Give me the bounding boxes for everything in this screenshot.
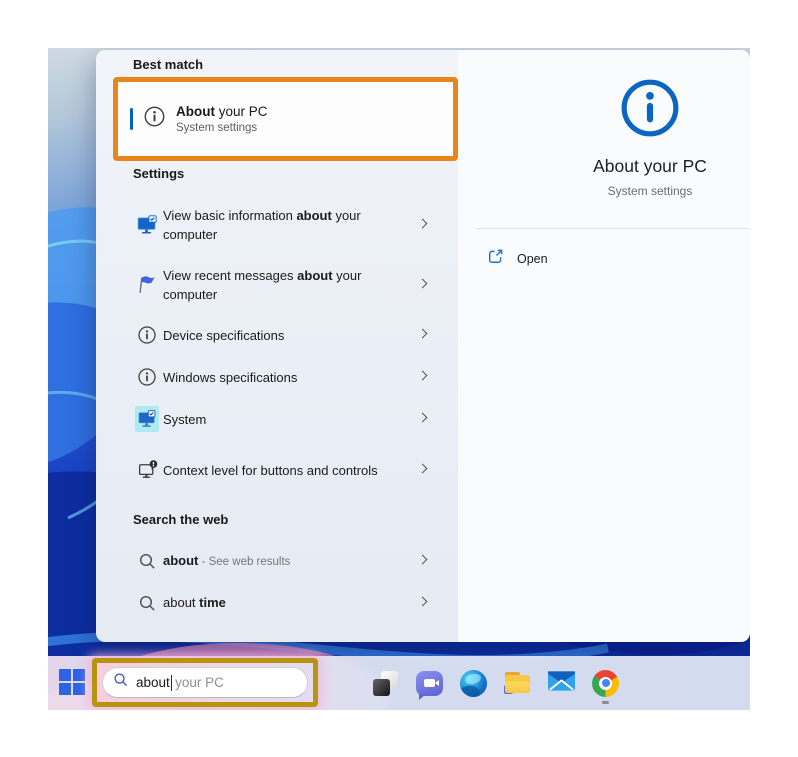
info-icon <box>143 105 166 133</box>
best-match-header: Best match <box>133 57 204 72</box>
result-windows-specifications[interactable]: Windows specifications <box>116 360 448 394</box>
search-web-section-header: Search the web <box>133 512 229 527</box>
search-results-column: Best match About your PC System settings <box>96 50 458 642</box>
best-match-highlight-box: About your PC System settings <box>113 77 458 161</box>
chat-button[interactable] <box>416 670 443 700</box>
mail-button[interactable] <box>548 670 575 697</box>
search-icon <box>135 552 159 571</box>
selection-accent-bar <box>130 108 133 130</box>
detail-divider <box>475 228 750 229</box>
detail-title: About your PC <box>593 156 707 176</box>
chat-icon <box>416 670 443 700</box>
info-icon <box>135 325 159 345</box>
taskbar-icons <box>372 656 619 710</box>
mail-icon <box>548 670 575 696</box>
flag-icon <box>135 274 159 296</box>
result-label: about - See web results <box>163 552 291 568</box>
taskbar-search-input[interactable]: about your PC <box>102 667 308 698</box>
search-icon <box>113 672 129 693</box>
search-box-highlight-box: about your PC <box>92 658 318 707</box>
folder-icon <box>504 671 531 695</box>
result-label: about time <box>163 594 226 610</box>
system-monitor-icon <box>135 406 159 432</box>
open-label: Open <box>517 252 548 266</box>
result-label: Windows specifications <box>163 369 298 385</box>
edge-icon <box>460 669 487 697</box>
chevron-right-icon <box>417 278 428 289</box>
result-detail-pane: About your PC System settings Open <box>458 50 750 642</box>
search-typed-text: about <box>136 675 170 690</box>
chevron-right-icon <box>417 218 428 229</box>
task-view-button[interactable] <box>372 670 399 697</box>
screenshot-area: Best match About your PC System settings <box>48 48 750 710</box>
windows-logo-icon <box>59 669 71 681</box>
detail-subtitle: System settings <box>607 184 693 198</box>
result-label: Device specifications <box>163 327 285 343</box>
result-context-level[interactable]: Context level for buttons and controls <box>116 441 448 499</box>
chevron-right-icon <box>417 370 428 381</box>
settings-section-header: Settings <box>133 166 185 181</box>
info-icon-large <box>619 77 681 144</box>
chevron-right-icon <box>417 328 428 339</box>
best-match-result[interactable]: About your PC System settings <box>118 82 453 156</box>
result-view-recent-messages[interactable]: View recent messages about your computer <box>116 256 448 314</box>
result-system[interactable]: System <box>116 402 448 436</box>
chevron-right-icon <box>417 554 428 565</box>
chevron-right-icon <box>417 463 428 474</box>
file-explorer-button[interactable] <box>504 670 531 697</box>
monitor-alert-icon <box>135 459 159 481</box>
info-icon <box>135 367 159 387</box>
chrome-icon <box>592 669 619 697</box>
result-web-about-time[interactable]: about time <box>116 586 448 620</box>
text-cursor <box>170 674 173 691</box>
chevron-right-icon <box>417 596 428 607</box>
best-match-title: About your PC <box>176 104 268 119</box>
result-label: View basic information about your comput… <box>163 208 361 242</box>
taskbar: about your PC <box>48 656 750 710</box>
chrome-button[interactable] <box>592 669 619 704</box>
result-label: Context level for buttons and controls <box>163 462 378 478</box>
search-flyout-panel: Best match About your PC System settings <box>96 50 750 642</box>
start-button[interactable] <box>59 669 85 695</box>
search-icon <box>135 594 159 613</box>
chevron-right-icon <box>417 412 428 423</box>
result-label: View recent messages about your computer <box>163 268 362 302</box>
result-web-about[interactable]: about - See web results <box>116 544 448 578</box>
open-external-icon <box>487 248 504 270</box>
best-match-subtitle: System settings <box>176 122 258 134</box>
result-view-basic-information[interactable]: View basic information about your comput… <box>116 196 448 254</box>
result-device-specifications[interactable]: Device specifications <box>116 318 448 352</box>
monitor-check-icon <box>135 214 159 236</box>
edge-button[interactable] <box>460 669 487 697</box>
open-action[interactable]: Open <box>487 248 548 270</box>
running-app-indicator <box>602 700 609 704</box>
result-label: System <box>163 411 207 427</box>
search-suggestion-text: your PC <box>175 675 224 690</box>
